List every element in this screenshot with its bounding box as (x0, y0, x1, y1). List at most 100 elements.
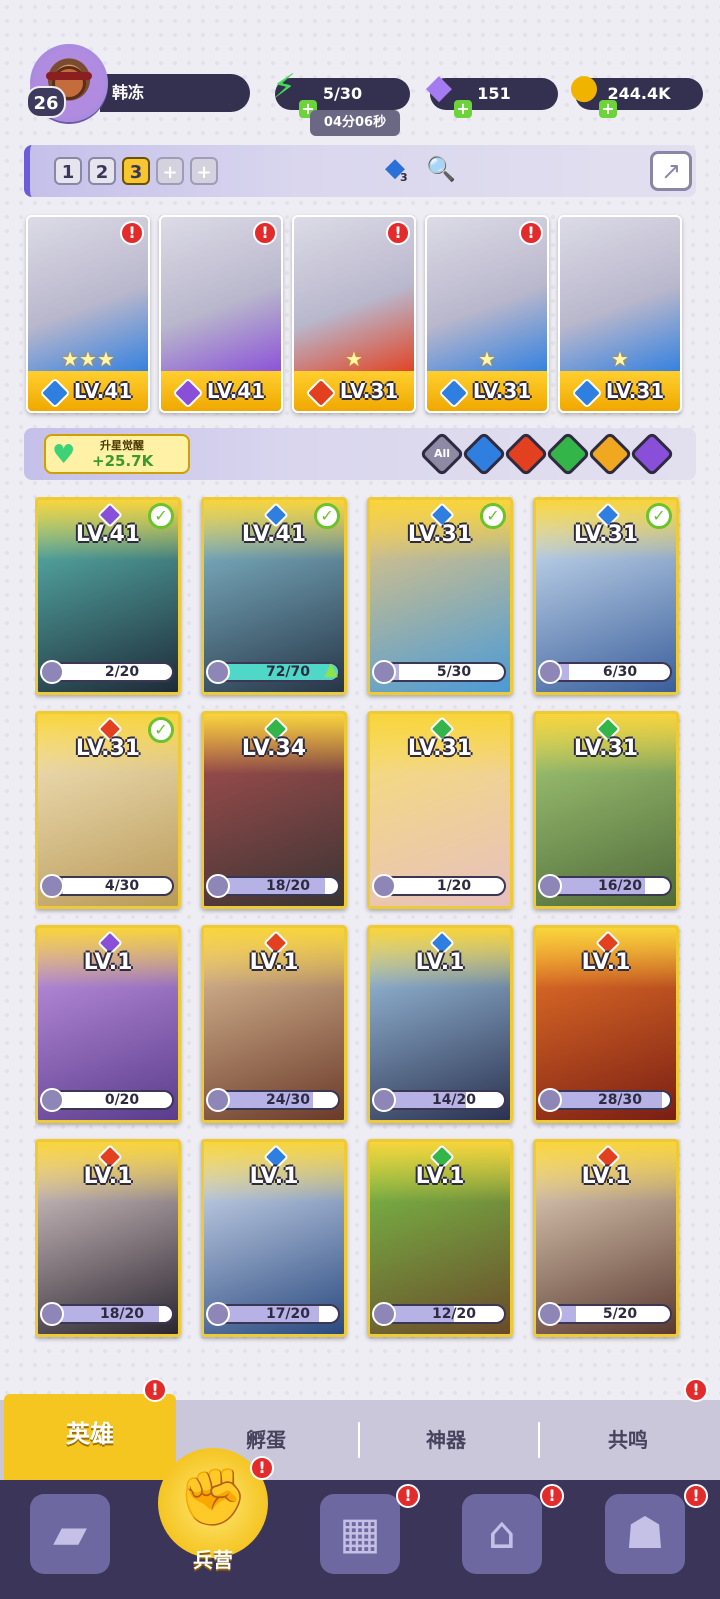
search-icon[interactable]: 🔍 (425, 155, 457, 187)
mushroom-icon[interactable]: ☗ (605, 1494, 685, 1574)
energy-value: 5/30 (322, 84, 363, 103)
hero-grid: LV.41 ✓ 2/20 LV.41 ✓ 72/70 ▲ LV.31 ✓ 5/30 LV.31 ✓ 6/… (35, 497, 690, 1377)
shard-progress-text: 17/20 (265, 1306, 311, 1322)
filter-water-icon[interactable] (461, 431, 507, 477)
hero-level: LV.31 (294, 371, 414, 411)
hero-card[interactable]: LV.1 17/20 (201, 1139, 347, 1337)
hero-level: LV.1 (83, 1164, 133, 1189)
gem-counter[interactable]: ◆ + 151 (426, 67, 558, 118)
shard-icon (538, 1302, 562, 1326)
map-alert-icon: ! (396, 1484, 420, 1508)
avatar-headband-icon (46, 72, 92, 80)
hero-level: LV.41 (161, 371, 281, 411)
team-add-button-1[interactable]: + (156, 157, 184, 185)
add-gems-icon[interactable]: + (454, 100, 472, 118)
shard-progress-text: 5/30 (436, 664, 472, 680)
hero-card[interactable]: LV.1 18/20 (35, 1139, 181, 1337)
shard-progress-text: 16/20 (597, 878, 643, 894)
shard-icon (40, 874, 64, 898)
hero-level: LV.1 (415, 950, 465, 975)
fire-element-icon (305, 376, 337, 409)
tab-artifact[interactable]: 神器 (360, 1400, 532, 1480)
tab-heroes[interactable]: 英雄 (4, 1394, 176, 1480)
hero-card[interactable]: LV.1 0/20 (35, 925, 181, 1123)
filter-all-label: All (433, 447, 451, 460)
bottom-navigation: ▰ ✊ ! 兵营 ▦ ! ⌂ ! ☗ ! (0, 1448, 720, 1599)
hero-level: LV.1 (581, 950, 631, 975)
shard-icon (206, 1302, 230, 1326)
tab-resonance[interactable]: 共鸣 (540, 1400, 716, 1480)
formation-hero-card[interactable]: LV.41! (159, 215, 283, 413)
formation-hero-card[interactable]: ★ LV.31 (558, 215, 682, 413)
filter-fire-icon[interactable] (503, 431, 549, 477)
shard-progress-text: 12/20 (431, 1306, 477, 1322)
shard-progress-text: 1/20 (436, 878, 472, 894)
hero-level: LV.1 (249, 950, 299, 975)
star-rating: ★ (478, 347, 496, 371)
team-tab-1[interactable]: 1 (54, 157, 82, 185)
shard-icon (40, 1088, 64, 1112)
alert-icon: ! (386, 221, 410, 245)
hero-level: LV.1 (83, 950, 133, 975)
hero-level-text: LV.41 (73, 379, 133, 403)
hero-card[interactable]: LV.1 12/20 (367, 1139, 513, 1337)
hero-card[interactable]: LV.31 ✓ 5/30 (367, 497, 513, 695)
hero-card[interactable]: LV.1 24/30 (201, 925, 347, 1123)
hero-level: LV.41 (28, 371, 148, 411)
hero-card[interactable]: LV.31 16/20 (533, 711, 679, 909)
map-icon[interactable]: ▦ (320, 1494, 400, 1574)
hero-card[interactable]: LV.41 ✓ 2/20 (35, 497, 181, 695)
coin-counter[interactable]: ● + 244.4K (569, 67, 703, 118)
mushroom-alert-icon: ! (684, 1484, 708, 1508)
hero-card[interactable]: LV.1 14/20 (367, 925, 513, 1123)
formation-hero-card[interactable]: ★ LV.31! (425, 215, 549, 413)
hero-level: LV.34 (241, 736, 307, 761)
hero-card[interactable]: LV.1 28/30 (533, 925, 679, 1123)
hero-card[interactable]: LV.34 18/20 (201, 711, 347, 909)
castle-icon[interactable]: ⌂ (462, 1494, 542, 1574)
gem-value: 151 (477, 84, 511, 103)
sub-tab-bar: 英雄 ! 孵蛋 神器 共鸣 ! (0, 1378, 720, 1480)
element-count: 3 (400, 171, 408, 184)
coin-value: 244.4K (607, 84, 671, 103)
filter-dark-icon[interactable] (629, 431, 675, 477)
filter-all-icon[interactable]: All (419, 431, 465, 477)
shard-icon (372, 1088, 396, 1112)
hero-level-text: LV.31 (339, 379, 399, 403)
hero-card[interactable]: LV.31 ✓ 4/30 (35, 711, 181, 909)
cards-icon[interactable]: ▰ (30, 1494, 110, 1574)
hero-card[interactable]: LV.41 ✓ 72/70 ▲ (201, 497, 347, 695)
star-rating: ★ (345, 347, 363, 371)
shard-progress-text: 28/30 (597, 1092, 643, 1108)
shard-icon (206, 874, 230, 898)
shard-icon (538, 1088, 562, 1112)
add-coins-icon[interactable]: + (599, 100, 617, 118)
checkmark-icon: ✓ (148, 717, 174, 743)
hero-card[interactable]: LV.1 5/20 (533, 1139, 679, 1337)
star-awaken-button[interactable]: ♥ 升星觉醒 +25.7K (44, 434, 190, 474)
hero-card[interactable]: LV.31 ✓ 6/30 (533, 497, 679, 695)
shard-icon (372, 660, 396, 684)
tab-resonance-alert-icon: ! (684, 1378, 708, 1402)
checkmark-icon: ✓ (148, 503, 174, 529)
water-element-icon (438, 376, 470, 409)
shard-progress-text: 2/20 (104, 664, 140, 680)
filter-wind-icon[interactable] (545, 431, 591, 477)
share-icon[interactable]: ↗ (650, 151, 692, 191)
water-element-icon[interactable]: ◆ 3 (378, 153, 412, 189)
team-tab-3[interactable]: 3 (122, 157, 150, 185)
hero-level: LV.1 (581, 1164, 631, 1189)
team-tab-2[interactable]: 2 (88, 157, 116, 185)
hero-card[interactable]: LV.31 1/20 (367, 711, 513, 909)
formation-hero-card[interactable]: ★★★ LV.41! (26, 215, 150, 413)
formation-hero-card[interactable]: ★ LV.31! (292, 215, 416, 413)
hero-level-text: LV.31 (472, 379, 532, 403)
upgrade-arrow-icon: ▲ (324, 659, 338, 680)
shard-progress-text: 24/30 (265, 1092, 311, 1108)
team-add-button-2[interactable]: + (190, 157, 218, 185)
energy-counter[interactable]: ⚡ + 5/30 (272, 67, 410, 118)
shard-icon (206, 660, 230, 684)
hero-level: LV.1 (415, 1164, 465, 1189)
filter-light-icon[interactable] (587, 431, 633, 477)
hero-filter-bar: ♥ 升星觉醒 +25.7K All (24, 428, 696, 480)
